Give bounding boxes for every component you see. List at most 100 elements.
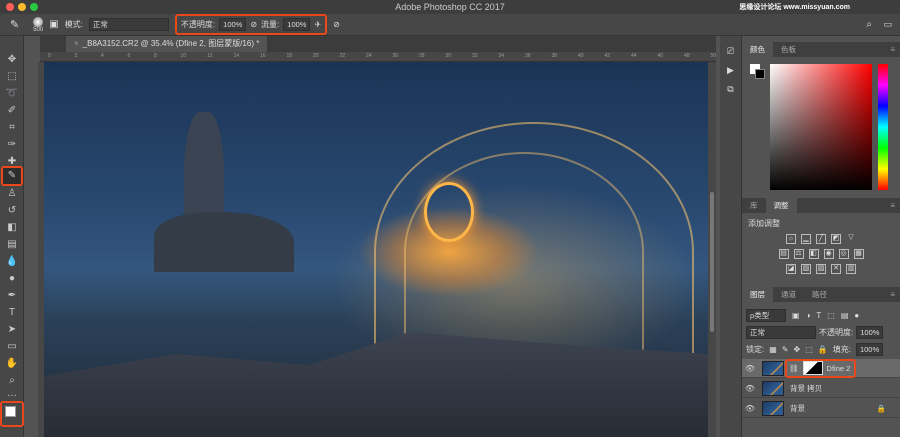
curves-icon[interactable]: ╱ <box>816 234 826 244</box>
color-lookup-icon[interactable]: ▦ <box>853 249 864 259</box>
eraser-tool-icon[interactable]: ◧ <box>3 220 21 236</box>
lock-position-icon[interactable]: ✥ <box>794 345 801 354</box>
brush-panel-icon[interactable]: ▣ <box>49 19 58 30</box>
tab-color[interactable]: 颜色 <box>742 42 773 57</box>
selective-color-icon[interactable]: ✕ <box>831 264 841 274</box>
properties-panel-icon[interactable]: ⧉ <box>720 84 741 95</box>
opacity-pressure-icon[interactable]: ⊘ <box>250 20 257 29</box>
tab-libraries[interactable]: 库 <box>742 198 766 213</box>
play-action-icon[interactable]: ▶ <box>720 65 741 76</box>
canvas-image[interactable] <box>44 62 708 437</box>
layer-row[interactable]: 👁 背景 拷贝 <box>742 379 900 398</box>
filter-adjustment-icon[interactable]: ◑ <box>806 311 811 320</box>
airbrush-icon[interactable]: ✈ <box>314 20 321 29</box>
marquee-tool-icon[interactable]: ⬚ <box>3 69 21 85</box>
filter-toggle-icon[interactable]: ● <box>854 311 859 320</box>
brush-tool-icon[interactable]: ✎ <box>10 18 19 31</box>
stamp-tool-icon[interactable]: ♙ <box>3 186 21 202</box>
color-field[interactable] <box>770 64 872 190</box>
tab-channels[interactable]: 通道 <box>773 287 804 302</box>
add-adjustment-label: 添加调整 <box>748 219 780 228</box>
lock-pixels-icon[interactable]: ✎ <box>782 345 789 354</box>
layer-row[interactable]: 👁 背景 🔒 <box>742 399 900 418</box>
size-pressure-icon[interactable]: ⊘ <box>333 20 340 29</box>
document-tab[interactable]: × _B8A3152.CR2 @ 35.4% (Dfine 2, 图层蒙版/16)… <box>66 36 268 52</box>
history-brush-icon[interactable]: ↺ <box>3 203 21 219</box>
filter-pixel-icon[interactable]: ▣ <box>792 311 800 320</box>
close-tab-icon[interactable]: × <box>74 39 79 48</box>
move-tool-icon[interactable]: ✥ <box>3 52 21 68</box>
mode-select[interactable]: 正常 <box>88 18 169 31</box>
filter-shape-icon[interactable]: ⬚ <box>827 311 835 320</box>
maximize-window-button[interactable] <box>30 3 38 11</box>
blend-mode-select[interactable]: 正常 <box>746 326 816 339</box>
lasso-tool-icon[interactable]: ➰ <box>3 86 21 102</box>
gradient-tool-icon[interactable]: ▤ <box>3 237 21 253</box>
workspace-icon[interactable]: ▭ <box>883 19 892 30</box>
more-tools-icon[interactable]: … <box>3 386 21 402</box>
ruler-tick-label: 2 <box>74 53 78 59</box>
ruler-tick-label: 20 <box>313 53 319 59</box>
photo-filter-icon[interactable]: ◉ <box>823 249 834 259</box>
visibility-eye-icon[interactable]: 👁 <box>742 364 758 373</box>
background-swatch[interactable] <box>755 69 765 79</box>
pen-tool-icon[interactable]: ✒ <box>3 288 21 304</box>
crop-tool-icon[interactable]: ⌗ <box>3 120 21 136</box>
search-icon[interactable]: ⌕ <box>866 19 872 30</box>
blur-tool-icon[interactable]: 💧 <box>3 254 21 270</box>
layer-name: 背景 <box>790 403 805 413</box>
channel-mixer-icon[interactable]: ◎ <box>838 249 849 259</box>
history-panel-icon[interactable]: ⎚ <box>720 46 741 57</box>
color-swatches[interactable] <box>0 401 24 427</box>
path-select-icon[interactable]: ➤ <box>3 322 21 338</box>
foreground-color[interactable] <box>5 406 16 417</box>
eyedropper-tool-icon[interactable]: ✑ <box>3 137 21 153</box>
brush-preset-picker[interactable]: 500 <box>33 16 43 33</box>
filter-smart-icon[interactable]: ▤ <box>841 311 849 320</box>
exposure-icon[interactable]: ◩ <box>831 234 841 244</box>
threshold-icon[interactable]: ▧ <box>816 264 826 274</box>
gradient-map-icon[interactable]: ▥ <box>846 264 856 274</box>
flow-input[interactable]: 100% <box>283 18 311 31</box>
ruler-tick-label: 0 <box>48 53 51 59</box>
quick-select-tool-icon[interactable]: ✐ <box>3 103 21 119</box>
ruler-tick-label: 36 <box>525 53 531 59</box>
lock-transparent-icon[interactable]: ▦ <box>769 345 777 354</box>
black-white-icon[interactable]: ◧ <box>808 249 819 259</box>
layer-opacity-input[interactable]: 100% <box>856 326 884 339</box>
panel-menu-icon[interactable]: ≡ <box>890 201 895 210</box>
visibility-eye-icon[interactable]: 👁 <box>742 404 758 413</box>
tab-swatches[interactable]: 色板 <box>773 42 804 57</box>
hand-tool-icon[interactable]: ✋ <box>3 356 21 372</box>
vertical-scrollbar[interactable] <box>708 62 716 437</box>
layer-filter-select[interactable]: ρ类型 <box>746 309 786 322</box>
dodge-tool-icon[interactable]: ● <box>3 271 21 287</box>
color-balance-icon[interactable]: ⚖ <box>793 249 804 259</box>
opacity-input[interactable]: 100% <box>219 18 247 31</box>
posterize-icon[interactable]: ▨ <box>801 264 811 274</box>
ruler-tick-label: 40 <box>578 53 584 59</box>
minimize-window-button[interactable] <box>18 3 26 11</box>
brush-tool-icon[interactable]: ✎ <box>1 166 23 186</box>
shape-tool-icon[interactable]: ▭ <box>3 339 21 355</box>
hue-saturation-icon[interactable]: ▤ <box>778 249 789 259</box>
levels-icon[interactable]: ▁ <box>801 234 811 244</box>
panel-menu-icon[interactable]: ≡ <box>890 290 895 299</box>
vibrance-icon[interactable]: ▽ <box>846 234 856 244</box>
brightness-icon[interactable]: ☼ <box>786 234 796 244</box>
close-window-button[interactable] <box>6 3 14 11</box>
lock-all-icon[interactable]: 🔒 <box>818 345 828 354</box>
visibility-eye-icon[interactable]: 👁 <box>742 384 758 393</box>
tab-layers[interactable]: 图层 <box>742 287 773 302</box>
panel-menu-icon[interactable]: ≡ <box>890 45 895 54</box>
fill-input[interactable]: 100% <box>855 343 884 356</box>
hue-slider[interactable] <box>878 64 888 190</box>
lock-artboard-icon[interactable]: ⬚ <box>805 345 813 354</box>
layer-mask-thumbnail[interactable] <box>802 361 823 375</box>
filter-type-icon[interactable]: T <box>816 311 821 320</box>
type-tool-icon[interactable]: T <box>3 305 21 321</box>
layer-row[interactable]: 👁 ⛓ Dfine 2 <box>742 358 900 378</box>
tab-paths[interactable]: 路径 <box>804 287 835 302</box>
tab-adjustments[interactable]: 调整 <box>765 198 797 213</box>
invert-icon[interactable]: ◪ <box>786 264 796 274</box>
